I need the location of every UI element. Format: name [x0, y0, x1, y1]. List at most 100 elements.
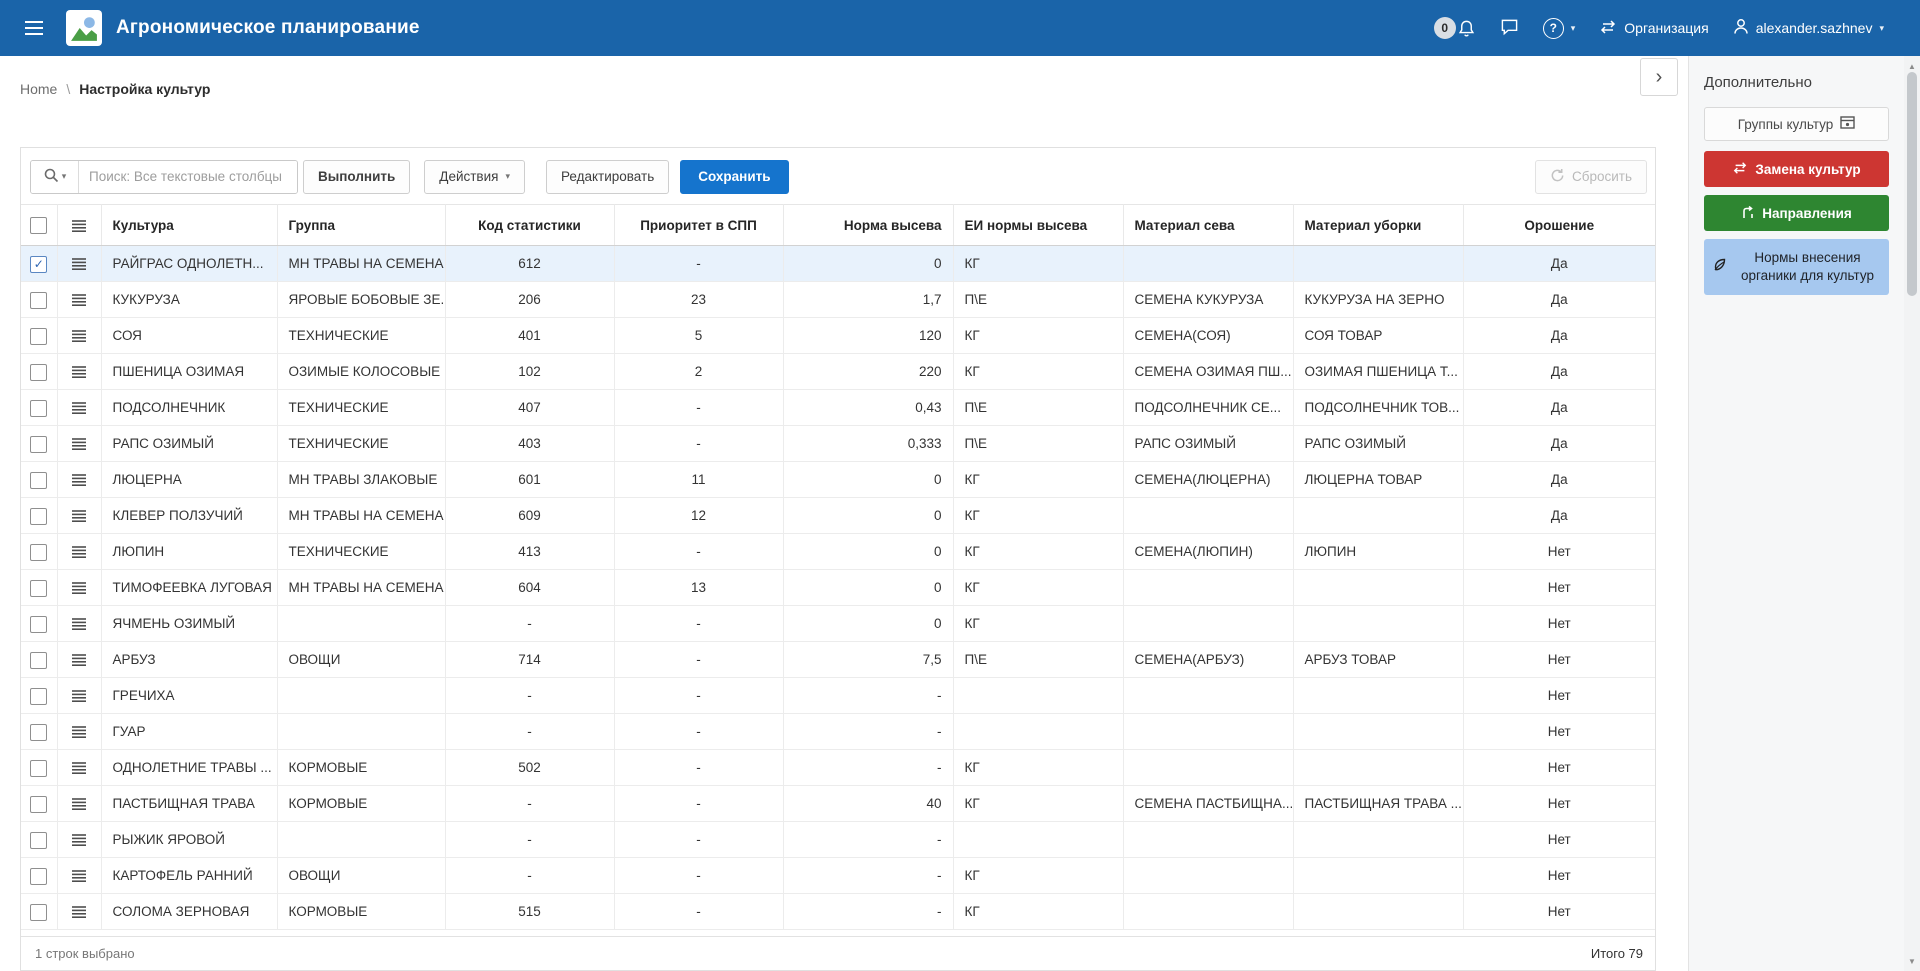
feedback-button[interactable] [1500, 18, 1519, 39]
cell-code[interactable]: 401 [445, 318, 614, 354]
cell-priority[interactable]: - [614, 426, 783, 462]
cell-priority[interactable]: - [614, 894, 783, 930]
sidebar-collapse-button[interactable]: › [1640, 58, 1678, 96]
cell-seed[interactable]: СЕМЕНА ПАСТБИЩНА... [1123, 786, 1293, 822]
table-row[interactable]: ЛЮЦЕРНАМН ТРАВЫ ЗЛАКОВЫЕ601110КГСЕМЕНА(Л… [21, 462, 1655, 498]
cell-seed[interactable]: СЕМЕНА(СОЯ) [1123, 318, 1293, 354]
table-row[interactable]: АРБУЗОВОЩИ714-7,5П\ЕСЕМЕНА(АРБУЗ)АРБУЗ Т… [21, 642, 1655, 678]
cell-rate[interactable]: 0 [783, 534, 953, 570]
cell-group[interactable]: ОВОЩИ [277, 642, 445, 678]
cell-irrigation[interactable]: Да [1463, 390, 1655, 426]
cell-priority[interactable]: 13 [614, 570, 783, 606]
cell-harvest[interactable]: СОЯ ТОВАР [1293, 318, 1463, 354]
cell-seed[interactable] [1123, 678, 1293, 714]
column-header-culture[interactable]: Культура [101, 205, 277, 246]
cell-seed[interactable] [1123, 570, 1293, 606]
cell-group[interactable]: ТЕХНИЧЕСКИЕ [277, 390, 445, 426]
cell-culture[interactable]: ГУАР [101, 714, 277, 750]
cell-code[interactable]: 609 [445, 498, 614, 534]
row-checkbox[interactable] [30, 580, 47, 597]
cell-rate[interactable]: - [783, 678, 953, 714]
cell-group[interactable] [277, 714, 445, 750]
cell-harvest[interactable]: ЛЮЦЕРНА ТОВАР [1293, 462, 1463, 498]
row-checkbox[interactable] [30, 436, 47, 453]
cell-rate[interactable]: - [783, 714, 953, 750]
cell-group[interactable]: ТЕХНИЧЕСКИЕ [277, 426, 445, 462]
cell-irrigation[interactable]: Нет [1463, 570, 1655, 606]
cell-rate[interactable]: 0 [783, 498, 953, 534]
cell-code[interactable]: - [445, 678, 614, 714]
cell-culture[interactable]: ГРЕЧИХА [101, 678, 277, 714]
cell-harvest[interactable]: ЛЮПИН [1293, 534, 1463, 570]
table-row[interactable]: СОЛОМА ЗЕРНОВАЯКОРМОВЫЕ515--КГНет [21, 894, 1655, 930]
cell-code[interactable]: 413 [445, 534, 614, 570]
replace-crops-button[interactable]: Замена культур [1704, 151, 1889, 187]
cell-unit[interactable]: П\Е [953, 642, 1123, 678]
search-column-selector[interactable]: ▾ [31, 161, 79, 193]
cell-harvest[interactable]: ОЗИМАЯ ПШЕНИЦА Т... [1293, 354, 1463, 390]
cell-code[interactable]: 601 [445, 462, 614, 498]
drag-handle-icon[interactable] [71, 869, 87, 883]
cell-group[interactable] [277, 822, 445, 858]
cell-group[interactable]: ЯРОВЫЕ БОБОВЫЕ ЗЕ... [277, 282, 445, 318]
cell-group[interactable] [277, 678, 445, 714]
cell-group[interactable]: КОРМОВЫЕ [277, 894, 445, 930]
cell-priority[interactable]: 5 [614, 318, 783, 354]
cell-rate[interactable]: - [783, 750, 953, 786]
cell-code[interactable]: - [445, 858, 614, 894]
cell-rate[interactable]: 0 [783, 570, 953, 606]
scrollbar-thumb[interactable] [1907, 72, 1917, 296]
cell-harvest[interactable]: РАПС ОЗИМЫЙ [1293, 426, 1463, 462]
cell-seed[interactable] [1123, 246, 1293, 282]
table-row[interactable]: РЫЖИК ЯРОВОЙ---Нет [21, 822, 1655, 858]
cell-code[interactable]: - [445, 786, 614, 822]
cell-rate[interactable]: 0 [783, 246, 953, 282]
cell-priority[interactable]: - [614, 786, 783, 822]
cell-unit[interactable]: КГ [953, 498, 1123, 534]
table-row[interactable]: ОДНОЛЕТНИЕ ТРАВЫ ...КОРМОВЫЕ502--КГНет [21, 750, 1655, 786]
cell-irrigation[interactable]: Нет [1463, 534, 1655, 570]
table-row[interactable]: ЯЧМЕНЬ ОЗИМЫЙ--0КГНет [21, 606, 1655, 642]
table-row[interactable]: ЛЮПИНТЕХНИЧЕСКИЕ413-0КГСЕМЕНА(ЛЮПИН)ЛЮПИ… [21, 534, 1655, 570]
cell-irrigation[interactable]: Да [1463, 354, 1655, 390]
cell-unit[interactable]: КГ [953, 786, 1123, 822]
cell-seed[interactable]: СЕМЕНА(ЛЮПИН) [1123, 534, 1293, 570]
table-row[interactable]: КАРТОФЕЛЬ РАННИЙОВОЩИ---КГНет [21, 858, 1655, 894]
cell-seed[interactable] [1123, 606, 1293, 642]
cell-harvest[interactable] [1293, 678, 1463, 714]
cell-seed[interactable]: СЕМЕНА ОЗИМАЯ ПШ... [1123, 354, 1293, 390]
cell-seed[interactable]: ПОДСОЛНЕЧНИК СЕ... [1123, 390, 1293, 426]
cell-unit[interactable]: КГ [953, 462, 1123, 498]
drag-handle-icon[interactable] [71, 617, 87, 631]
cell-group[interactable]: ОЗИМЫЕ КОЛОСОВЫЕ [277, 354, 445, 390]
cell-priority[interactable]: - [614, 822, 783, 858]
row-checkbox[interactable] [30, 868, 47, 885]
search-input[interactable] [79, 161, 297, 193]
cell-culture[interactable]: АРБУЗ [101, 642, 277, 678]
cell-culture[interactable]: ЛЮЦЕРНА [101, 462, 277, 498]
table-row[interactable]: РАПС ОЗИМЫЙТЕХНИЧЕСКИЕ403-0,333П\ЕРАПС О… [21, 426, 1655, 462]
cell-code[interactable]: 102 [445, 354, 614, 390]
cell-irrigation[interactable]: Да [1463, 246, 1655, 282]
cell-priority[interactable]: - [614, 390, 783, 426]
cell-group[interactable]: МН ТРАВЫ НА СЕМЕНА [277, 246, 445, 282]
cell-code[interactable]: - [445, 822, 614, 858]
column-header-priority[interactable]: Приоритет в СПП [614, 205, 783, 246]
cell-rate[interactable]: - [783, 858, 953, 894]
cell-rate[interactable]: 1,7 [783, 282, 953, 318]
cell-harvest[interactable] [1293, 750, 1463, 786]
drag-handle-icon[interactable] [71, 833, 87, 847]
crop-groups-button[interactable]: Группы культур [1704, 107, 1889, 141]
row-checkbox[interactable] [30, 544, 47, 561]
cell-irrigation[interactable]: Нет [1463, 750, 1655, 786]
table-row[interactable]: КУКУРУЗАЯРОВЫЕ БОБОВЫЕ ЗЕ...206231,7П\ЕС… [21, 282, 1655, 318]
scroll-down-arrow-icon[interactable]: ▼ [1904, 953, 1920, 969]
drag-handle-icon[interactable] [71, 581, 87, 595]
cell-group[interactable]: МН ТРАВЫ ЗЛАКОВЫЕ [277, 462, 445, 498]
cell-priority[interactable]: - [614, 606, 783, 642]
cell-culture[interactable]: РАПС ОЗИМЫЙ [101, 426, 277, 462]
cell-code[interactable]: - [445, 714, 614, 750]
cell-unit[interactable]: КГ [953, 570, 1123, 606]
cell-harvest[interactable] [1293, 246, 1463, 282]
cell-harvest[interactable] [1293, 714, 1463, 750]
